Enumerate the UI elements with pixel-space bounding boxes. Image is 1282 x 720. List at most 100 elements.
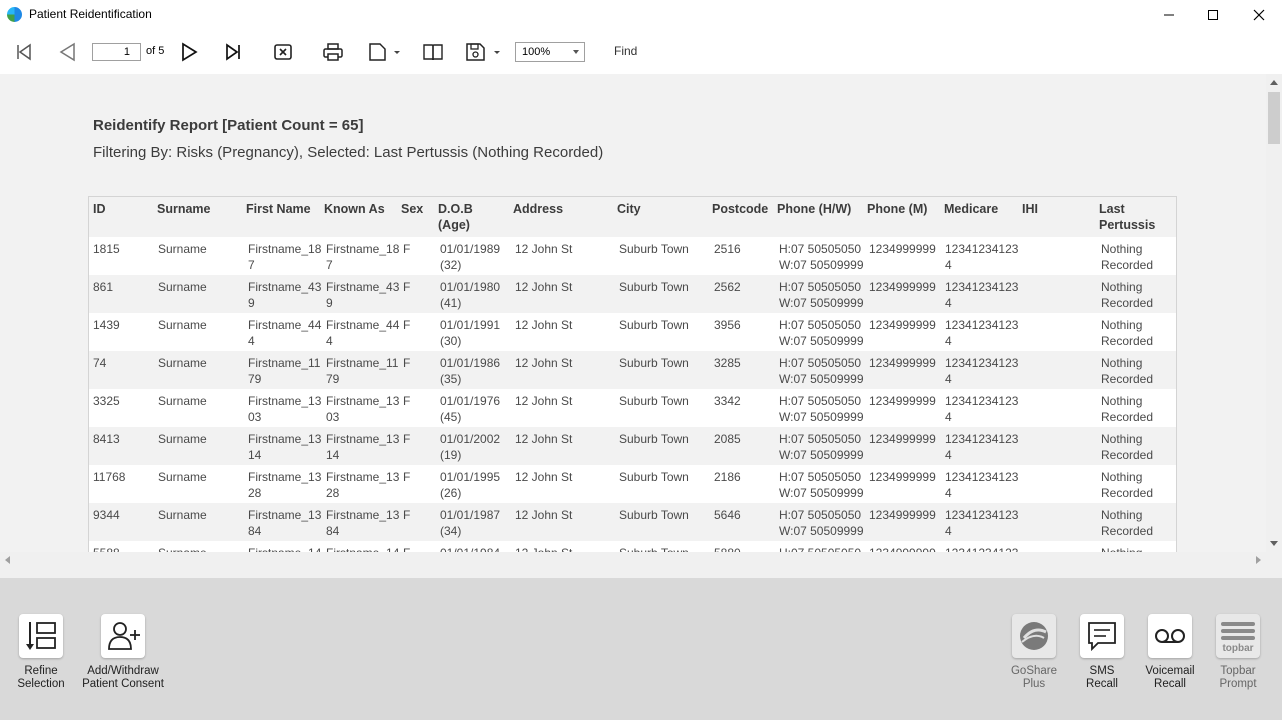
table-cell: 12 John St xyxy=(515,318,573,332)
layout-button[interactable] xyxy=(420,36,446,68)
table-cell: 74 xyxy=(93,356,107,370)
title-bar: Patient Reidentification xyxy=(0,0,1282,30)
table-cell: 12 John St xyxy=(515,356,573,370)
scroll-left-icon[interactable] xyxy=(5,556,10,564)
table-cell: Nothing xyxy=(1101,545,1142,552)
table-cell: 3342 xyxy=(714,394,741,408)
table-cell: Surname xyxy=(158,318,207,332)
table-cell: 01/01/1984 xyxy=(440,545,500,552)
table-cell: Suburb Town xyxy=(619,432,689,446)
save-button[interactable] xyxy=(464,36,502,68)
toolbar xyxy=(0,30,1282,74)
table-cell: Suburb Town xyxy=(619,242,689,256)
table-cell: 1234999999 xyxy=(869,280,936,294)
voicemail-recall-button[interactable]: Voicemail Recall xyxy=(1145,614,1195,691)
col-known-as: Known As xyxy=(324,202,385,216)
chevron-down-icon xyxy=(573,50,579,54)
table-cell: Firstname_18 7 xyxy=(326,242,400,272)
page-setup-button[interactable] xyxy=(366,36,402,68)
table-row: 5588 Surname Firstname_14 Firstname_14 F 01/0… xyxy=(89,541,1176,552)
table-cell: 3956 xyxy=(714,318,741,332)
table-cell: 01/01/2002 (19) xyxy=(440,432,501,462)
table-cell: Firstname_13 84 xyxy=(248,508,322,538)
print-button[interactable] xyxy=(320,36,346,68)
scroll-up-icon[interactable] xyxy=(1270,80,1278,85)
table-cell: 01/01/1989 (32) xyxy=(440,242,501,272)
table-cell: F xyxy=(403,394,411,408)
table-cell: Firstname_13 28 xyxy=(326,470,400,500)
minimize-button[interactable] xyxy=(1146,0,1192,30)
table-cell: H:07 50505050 W:07 50509999 xyxy=(779,508,864,538)
col-surname: Surname xyxy=(157,202,211,216)
table-cell: Firstname_14 xyxy=(248,545,321,552)
table-cell: F xyxy=(403,318,411,332)
topbar-prompt-button[interactable]: topbar Topbar Prompt xyxy=(1215,614,1261,691)
voicemail-recall-label: Voicemail Recall xyxy=(1145,665,1195,690)
next-page-button[interactable] xyxy=(177,36,201,68)
table-cell: Suburb Town xyxy=(619,508,689,522)
table-cell: H:07 50505050 W:07 50509999 xyxy=(779,470,864,500)
table-cell: H:07 50505050 W:07 50509999 xyxy=(779,432,864,462)
action-panel: Refine Selection Add/Withdraw Patient Co… xyxy=(0,578,1282,720)
stop-button[interactable] xyxy=(271,36,295,68)
table-row: 1815 Surname Firstname_18 7 Firstname_18 7 F 01… xyxy=(89,237,1176,275)
panel-divider xyxy=(0,567,1282,578)
last-page-button[interactable] xyxy=(221,36,245,68)
vertical-scrollbar[interactable] xyxy=(1266,74,1282,552)
table-cell: Surname xyxy=(158,242,207,256)
table-cell: 12 John St xyxy=(515,394,573,408)
col-id: ID xyxy=(93,202,106,216)
scroll-down-icon[interactable] xyxy=(1270,541,1278,546)
page-number-input[interactable] xyxy=(92,43,141,61)
prev-page-icon xyxy=(59,42,75,62)
report-title: Reidentify Report [Patient Count = 65] xyxy=(93,117,364,134)
first-page-button[interactable] xyxy=(12,36,36,68)
table-cell: 11768 xyxy=(93,470,126,484)
maximize-icon xyxy=(1208,10,1218,20)
table-cell: Firstname_13 03 xyxy=(248,394,322,424)
close-button[interactable] xyxy=(1236,0,1282,30)
table-cell: 5646 xyxy=(714,508,741,522)
patient-consent-button[interactable]: Add/Withdraw Patient Consent xyxy=(82,614,164,691)
table-cell: 01/01/1995 (26) xyxy=(440,470,501,500)
table-cell: 5880 xyxy=(714,545,741,552)
find-button[interactable]: Find xyxy=(614,44,637,58)
table-cell: Surname xyxy=(158,280,207,294)
table-cell: Surname xyxy=(158,394,207,408)
prev-page-button[interactable] xyxy=(55,36,79,68)
table-cell: Surname xyxy=(158,432,207,446)
table-cell: F xyxy=(403,280,411,294)
refine-selection-button[interactable]: Refine Selection xyxy=(17,614,65,691)
refine-selection-label: Refine Selection xyxy=(17,665,65,690)
table-cell: Surname xyxy=(158,356,207,370)
sms-recall-button[interactable]: SMS Recall xyxy=(1079,614,1125,691)
page-count: of 5 xyxy=(146,45,165,57)
table-cell: H:07 50505050 W:07 50509999 xyxy=(779,394,864,424)
zoom-select[interactable]: 100% xyxy=(515,42,585,62)
minimize-icon xyxy=(1164,14,1174,16)
col-postcode: Postcode xyxy=(712,202,769,216)
table-cell: Nothing Recorded xyxy=(1101,470,1154,500)
maximize-button[interactable] xyxy=(1190,0,1236,30)
table-cell: 1234999999 xyxy=(869,242,936,256)
table-cell: 12341234123 4 xyxy=(945,242,1019,272)
patient-table: ID Surname First Name Known As Sex D.O.B… xyxy=(88,196,1177,552)
col-last-pertussis: Last Pertussis xyxy=(1099,202,1156,232)
table-cell: 12 John St xyxy=(515,508,573,522)
table-cell: F xyxy=(403,545,410,552)
topbar-prompt-label: Topbar Prompt xyxy=(1219,665,1257,690)
table-cell: 1234999999 xyxy=(869,432,936,446)
table-cell: 12 John St xyxy=(515,432,573,446)
horizontal-scrollbar[interactable] xyxy=(0,552,1266,567)
table-cell: Surname xyxy=(158,470,207,484)
table-cell: Nothing Recorded xyxy=(1101,280,1154,310)
scroll-right-icon[interactable] xyxy=(1256,556,1261,564)
goshare-plus-button[interactable]: GoShare Plus xyxy=(1011,614,1057,691)
goshare-icon xyxy=(1020,622,1048,650)
table-cell: 3325 xyxy=(93,394,120,408)
table-cell: Nothing Recorded xyxy=(1101,242,1154,272)
table-row: 3325 Surname Firstname_13 03 Firstname_13 03 F… xyxy=(89,389,1176,427)
scroll-thumb[interactable] xyxy=(1268,92,1280,144)
table-cell: F xyxy=(403,432,411,446)
table-cell: H:07 50505050 W:07 50509999 xyxy=(779,280,864,310)
